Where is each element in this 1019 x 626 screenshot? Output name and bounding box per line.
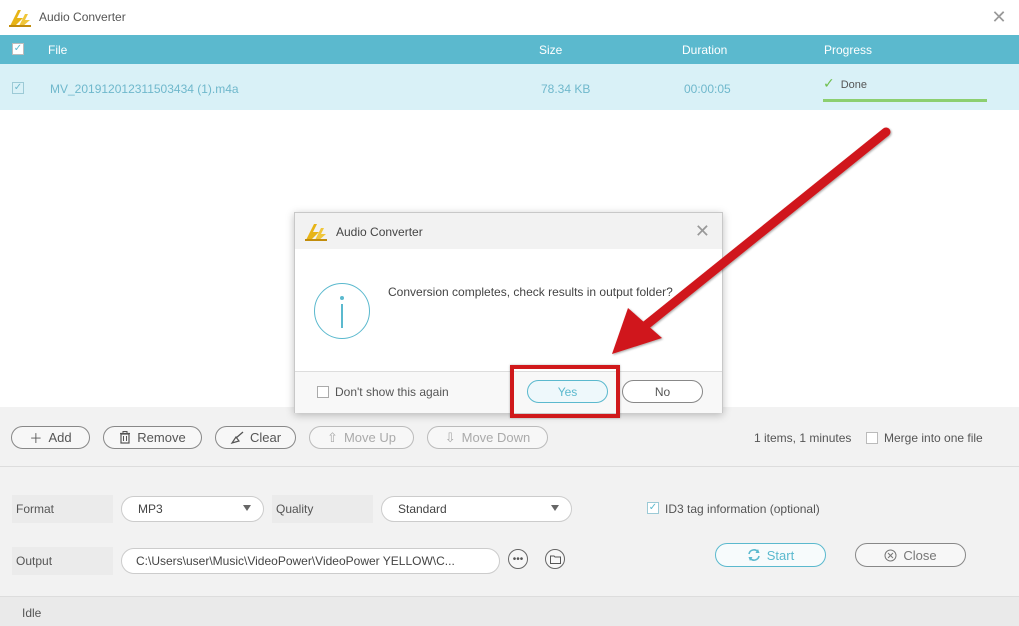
clear-button[interactable]: Clear [215,426,296,449]
chevron-down-icon [243,505,251,511]
id3-checkbox[interactable]: ✓ [647,502,659,514]
row-file-name: MV_20191201231150343​4 (1).m4a [50,82,239,96]
no-button[interactable]: No [622,380,703,403]
output-path-field[interactable]: C:\Users\user\Music\VideoPower\VideoPowe… [121,548,500,574]
title-bar: Audio Converter ✕ [0,0,1019,35]
arrow-down-icon: ⇩ [444,429,456,445]
browse-more-button[interactable]: ••• [508,549,528,569]
plus-icon: ＋ [29,431,43,446]
header-file: File [48,43,68,57]
folder-icon [549,555,561,564]
format-label: Format [12,495,113,523]
add-button[interactable]: ＋ Add [11,426,90,449]
broom-icon [230,431,244,444]
header-progress: Progress [824,43,873,57]
row-checkbox[interactable]: ✓ [12,82,24,94]
dont-show-again-checkbox[interactable] [317,386,329,398]
arrow-up-icon: ⇧ [327,429,338,445]
quality-label: Quality [272,495,373,523]
row-status: ✓ Done [823,75,867,92]
ellipsis-icon: ••• [512,553,524,565]
checkmark-icon: ✓ [823,75,835,91]
format-select[interactable]: MP3 [121,496,264,522]
start-button[interactable]: Start [715,543,826,567]
select-all-checkbox[interactable]: ✓ [12,43,24,55]
move-up-button[interactable]: ⇧ Move Up [309,426,414,449]
move-down-button[interactable]: ⇩ Move Down [427,426,548,449]
chevron-down-icon [551,505,559,511]
output-label: Output [12,547,113,575]
row-status-text: Done [840,79,868,91]
status-bar: Idle [0,596,1019,626]
file-table-header: File Size Duration Progress [0,35,1019,64]
refresh-icon [747,549,760,561]
row-duration: 00:00:05 [684,82,731,96]
close-button[interactable]: Close [855,543,966,567]
row-file-size: 78.34 KB [541,82,591,96]
annotation-arrow-icon [612,127,891,354]
window-close-icon[interactable]: ✕ [991,8,1007,26]
lightning-logo-icon [9,10,31,27]
id3-label: ID3 tag information (optional) [665,502,820,516]
info-icon [314,283,370,339]
merge-checkbox[interactable] [866,432,878,444]
header-duration: Duration [682,43,728,57]
settings-panel [0,468,1019,596]
circle-x-icon [884,549,897,561]
status-text: Idle [22,606,42,620]
trash-icon [120,431,131,444]
items-summary: 1 items, 1 minutes [754,431,852,445]
dont-show-again-label: Don't show this again [335,385,449,399]
lightning-logo-icon [305,224,327,241]
quality-select[interactable]: Standard [381,496,572,522]
header-size: Size [539,43,563,57]
window-title: Audio Converter [39,10,126,24]
remove-button[interactable]: Remove [103,426,202,449]
annotation-highlight-box [510,365,620,418]
dialog-title: Audio Converter [336,225,423,239]
row-progress-bar [823,99,987,102]
merge-label: Merge into one file [884,431,983,445]
open-folder-button[interactable] [545,549,565,569]
